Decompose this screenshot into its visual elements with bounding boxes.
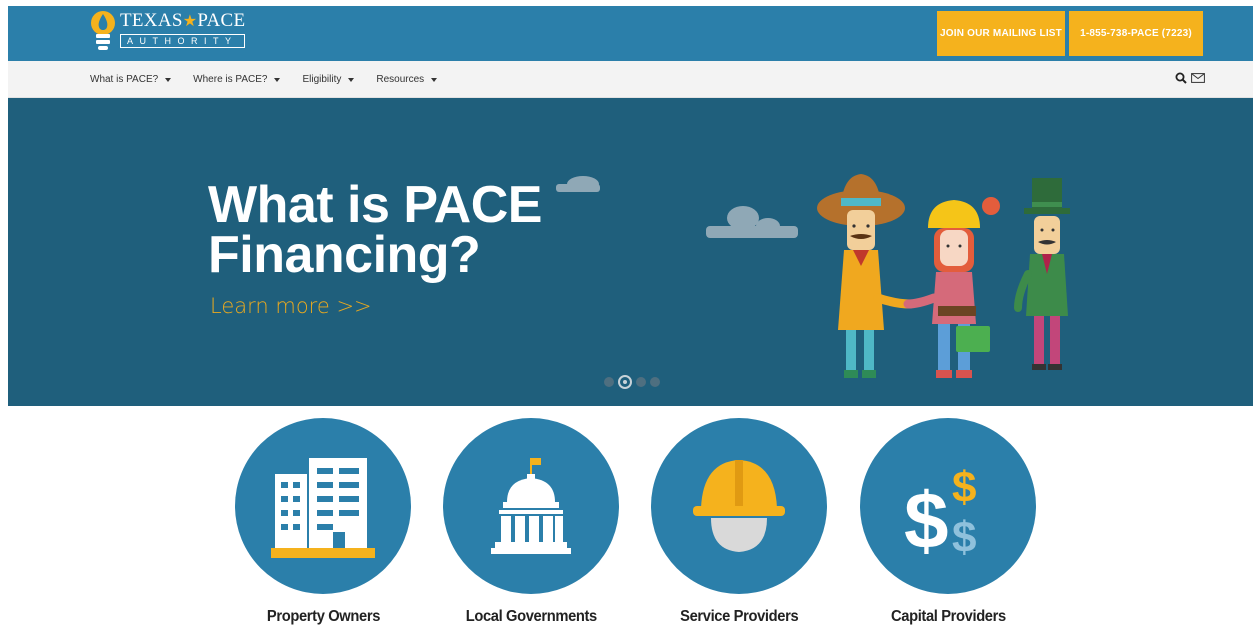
slider-dot-1[interactable] [604,377,614,387]
logo-title-pace: PACE [197,10,246,31]
audience-property-owners[interactable]: Property Owners [235,418,411,626]
buildings-icon [235,418,411,594]
nav-tools [1175,72,1205,84]
caret-down-icon [431,77,438,82]
hero-slider: What is PACE Financing? Learn more >> [8,98,1253,406]
cowboy-character [817,174,915,378]
hero-illustration [556,174,1070,378]
star-icon: ★ [182,13,198,30]
audience-label: Capital Providers [890,608,1006,625]
nav-item-label: Eligibility [302,74,342,85]
envelope-icon[interactable] [1191,73,1205,83]
nav-item-label: What is PACE? [90,74,159,85]
site-header: TEXAS★PACE AUTHORITY JOIN OUR MAILING LI… [8,6,1253,61]
site-logo[interactable]: TEXAS★PACE AUTHORITY [90,10,246,56]
search-icon[interactable] [1175,72,1187,84]
svg-text:$: $ [904,476,949,565]
caret-down-icon [165,77,172,82]
learn-more-link[interactable]: Learn more >> [210,294,372,318]
logo-subtitle: AUTHORITY [120,34,246,48]
audience-section: Property Owners Local Governments Servic… [0,414,1253,631]
slider-pagination [604,375,664,389]
join-mailing-list-button[interactable]: JOIN OUR MAILING LIST [937,11,1065,56]
audience-service-providers[interactable]: Service Providers [651,418,827,626]
audience-label: Service Providers [679,608,799,625]
main-nav: What is PACE? Where is PACE? Eligibility… [8,61,1253,98]
nav-menu: What is PACE? Where is PACE? Eligibility… [90,61,459,98]
audience-label: Local Governments [465,608,597,625]
nav-item-eligibility[interactable]: Eligibility [302,74,355,85]
audience-label: Property Owners [266,608,380,625]
slider-dot-2[interactable] [618,375,632,389]
logo-text: TEXAS★PACE AUTHORITY [120,10,246,48]
worker-character [903,197,1000,378]
svg-text:$: $ [952,513,976,562]
capitol-icon [443,418,619,594]
logo-title-texas: TEXAS [120,10,183,31]
nav-item-label: Where is PACE? [193,74,268,85]
svg-text:$: $ [952,463,976,512]
audience-local-governments[interactable]: Local Governments [443,418,619,626]
nav-item-label: Resources [376,74,425,85]
slider-dot-4[interactable] [650,377,660,387]
slider-dot-3[interactable] [636,377,646,387]
dollar-signs-icon: $ $ $ [860,418,1036,594]
logo-title: TEXAS★PACE [120,10,245,33]
hero-headline: What is PACE Financing? [208,176,542,284]
nav-item-what-is-pace[interactable]: What is PACE? [90,74,172,85]
cloud-icon [706,206,798,238]
hard-hat-icon [651,418,827,594]
gentleman-character [1014,178,1070,370]
lightbulb-logo-icon [91,11,115,50]
nav-item-where-is-pace[interactable]: Where is PACE? [193,74,281,85]
caret-down-icon [274,77,281,82]
caret-down-icon [348,77,355,82]
nav-item-resources[interactable]: Resources [376,74,438,85]
phone-number-button[interactable]: 1-855-738-PACE (7223) [1069,11,1203,56]
audience-capital-providers[interactable]: $ $ $ Capital Providers [860,418,1036,626]
